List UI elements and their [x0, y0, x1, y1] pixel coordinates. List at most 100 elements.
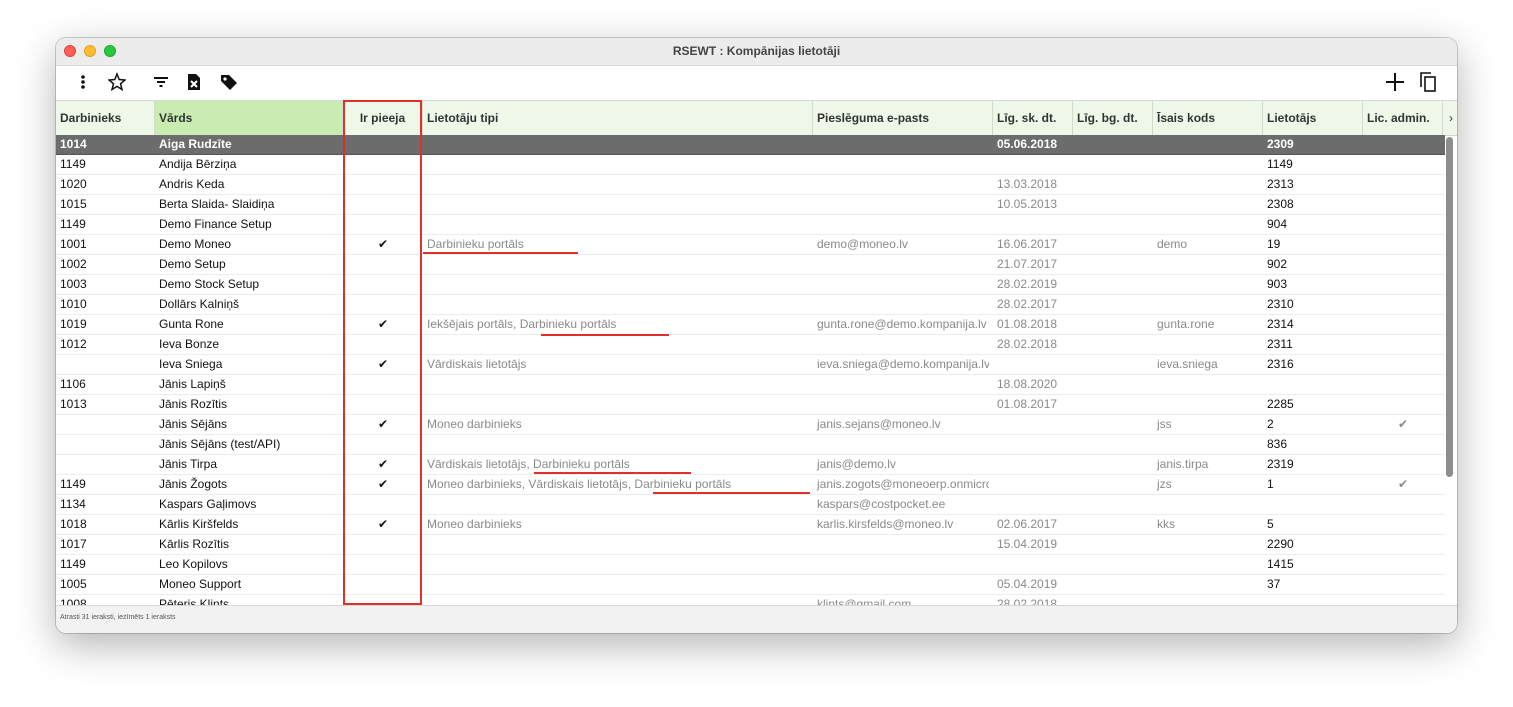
column-header-lic-admin[interactable]: Lic. admin.	[1363, 101, 1443, 135]
cell-isais-kods: jss	[1157, 417, 1172, 431]
cell-vards: Demo Setup	[159, 257, 226, 271]
cell-lic-admin	[1363, 275, 1443, 295]
column-header-isais-kods[interactable]: Īsais kods	[1153, 101, 1263, 135]
cell-vards: Jānis Rozītis	[159, 397, 228, 411]
table-row[interactable]: Ieva Sniega ✔ Vārdiskais lietotājs ieva.sni…	[56, 355, 1445, 375]
table-row[interactable]: 1005 Moneo Support 05.04.2019 37	[56, 575, 1445, 595]
scrollbar-thumb[interactable]	[1446, 137, 1453, 477]
cell-epasts: gunta.rone@demo.kompanija.lv	[817, 317, 987, 331]
cell-ir-pieeja	[343, 155, 423, 175]
column-header-darbinieks[interactable]: Darbinieks	[56, 101, 155, 135]
table-row[interactable]: 1012 Ieva Bonze 28.02.2018 2311	[56, 335, 1445, 355]
cell-lietotajs	[1263, 375, 1363, 395]
cell-ir-pieeja	[343, 295, 423, 315]
table-row[interactable]: 1149 Leo Kopilovs 1415	[56, 555, 1445, 575]
table-row[interactable]: 1013 Jānis Rozītis 01.08.2017 2285	[56, 395, 1445, 415]
cell-isais-kods: jzs	[1157, 477, 1172, 491]
table-row[interactable]: 1001 Demo Moneo ✔ Darbinieku portāls demo@mo…	[56, 235, 1445, 255]
annotation-underline	[423, 252, 578, 254]
cell-lietotajs: 903	[1267, 277, 1288, 291]
column-header-lig-sk-dt[interactable]: Līg. sk. dt.	[993, 101, 1073, 135]
column-header-vards[interactable]: Vārds	[155, 101, 343, 135]
cell-darbinieks: 1013	[60, 397, 87, 411]
table-row[interactable]: 1010 Dollārs Kalniņš 28.02.2017 2310	[56, 295, 1445, 315]
cell-lietotajs: 1415	[1267, 557, 1294, 571]
cell-darbinieks: 1149	[60, 477, 86, 491]
table-row[interactable]: Jānis Sējāns ✔ Moneo darbinieks janis.sejan…	[56, 415, 1445, 435]
cell-lic-admin	[1363, 435, 1443, 455]
cell-lig-bg-dt	[1073, 455, 1153, 475]
cell-darbinieks	[56, 355, 155, 375]
cell-lic-admin	[1363, 195, 1443, 215]
cell-lietotajs: 2319	[1267, 457, 1294, 471]
cell-ir-pieeja: ✔	[377, 317, 389, 331]
cell-isais-kods	[1153, 195, 1263, 215]
filter-icon[interactable]	[152, 71, 170, 93]
plus-icon[interactable]	[1385, 71, 1405, 93]
cell-lic-admin	[1363, 515, 1443, 535]
cell-lig-sk-dt: 28.02.2017	[997, 297, 1058, 311]
table-row[interactable]: Jānis Tirpa ✔ Vārdiskais lietotājs, Darbin…	[56, 455, 1445, 475]
table-row[interactable]: 1014 Aiga Rudzīte 05.06.2018 2309	[56, 135, 1445, 155]
cell-epasts: demo@moneo.lv	[817, 237, 908, 251]
vertical-scrollbar[interactable]	[1445, 135, 1454, 605]
table-row[interactable]: 1017 Kārlis Rozītis 15.04.2019 2290	[56, 535, 1445, 555]
cell-vards: Kaspars Gaļimovs	[159, 497, 257, 511]
cell-lietotajs: 2316	[1267, 357, 1294, 371]
cell-lig-sk-dt	[993, 355, 1073, 375]
cell-ir-pieeja	[343, 575, 423, 595]
table-row[interactable]: 1003 Demo Stock Setup 28.02.2019 903	[56, 275, 1445, 295]
table-row[interactable]: 1019 Gunta Rone ✔ Iekšējais portāls, Darbin…	[56, 315, 1445, 335]
cell-lietotaju-tipi	[423, 495, 813, 515]
cell-lic-admin	[1363, 315, 1443, 335]
cell-lietotaju-tipi	[423, 195, 813, 215]
copy-icon[interactable]	[1418, 71, 1438, 93]
table-row[interactable]: 1015 Berta Slaida- Slaidiņa 10.05.2013 2308	[56, 195, 1445, 215]
cell-ir-pieeja	[343, 255, 423, 275]
cell-lig-bg-dt	[1073, 475, 1153, 495]
cell-lic-admin	[1363, 335, 1443, 355]
cell-isais-kods	[1153, 155, 1263, 175]
table-row[interactable]: Jānis Sējāns (test/API) 836	[56, 435, 1445, 455]
table-row[interactable]: 1149 Andija Bērziņa 1149	[56, 155, 1445, 175]
column-header-lig-bg-dt[interactable]: Līg. bg. dt.	[1073, 101, 1153, 135]
more-icon[interactable]	[76, 71, 90, 93]
cell-lig-sk-dt	[993, 155, 1073, 175]
table-row[interactable]: 1020 Andris Keda 13.03.2018 2313	[56, 175, 1445, 195]
table-row[interactable]: 1002 Demo Setup 21.07.2017 902	[56, 255, 1445, 275]
star-icon[interactable]	[108, 71, 126, 93]
cell-lietotajs: 2	[1267, 417, 1274, 431]
cell-ir-pieeja: ✔	[377, 417, 389, 431]
cell-darbinieks: 1003	[60, 277, 87, 291]
table-row[interactable]: 1149 Demo Finance Setup 904	[56, 215, 1445, 235]
table-row[interactable]: 1018 Kārlis Kiršfelds ✔ Moneo darbinieks kar…	[56, 515, 1445, 535]
column-header-lietotajs[interactable]: Lietotājs	[1263, 101, 1363, 135]
column-header-lietotaju-tipi[interactable]: Lietotāju tipi	[423, 101, 813, 135]
cell-isais-kods	[1153, 595, 1263, 605]
cell-lic-admin	[1363, 535, 1443, 555]
cell-lic-admin	[1363, 575, 1443, 595]
column-header-ir-pieeja[interactable]: Ir pieeja	[343, 101, 423, 135]
tag-icon[interactable]	[219, 71, 239, 93]
cell-vards: Demo Finance Setup	[159, 217, 272, 231]
cell-lig-bg-dt	[1073, 195, 1153, 215]
cell-epasts: janis@demo.lv	[817, 457, 896, 471]
cell-isais-kods	[1153, 495, 1263, 515]
scroll-right-icon[interactable]: ›	[1449, 101, 1453, 135]
column-header-epasts[interactable]: Pieslēguma e-pasts	[813, 101, 993, 135]
table-row[interactable]: 1106 Jānis Lapiņš 18.08.2020	[56, 375, 1445, 395]
cell-lig-sk-dt	[993, 435, 1073, 455]
annotation-underline	[534, 472, 691, 474]
cell-lietotaju-tipi	[423, 595, 813, 605]
cell-lic-admin	[1363, 395, 1443, 415]
excel-export-icon[interactable]	[185, 71, 203, 93]
cell-ir-pieeja	[343, 195, 423, 215]
table-row[interactable]: 1134 Kaspars Gaļimovs kaspars@costpocket.e…	[56, 495, 1445, 515]
cell-lig-bg-dt	[1073, 155, 1153, 175]
cell-lietotaju-tipi: Iekšējais portāls, Darbinieku portāls	[427, 317, 617, 331]
cell-lietotaju-tipi	[423, 435, 813, 455]
cell-isais-kods: janis.tirpa	[1157, 457, 1209, 471]
cell-darbinieks: 1106	[60, 377, 86, 391]
cell-lig-bg-dt	[1073, 395, 1153, 415]
table-row[interactable]: 1008 Pēteris Klints klints@gmail.com 28.02.…	[56, 595, 1445, 605]
